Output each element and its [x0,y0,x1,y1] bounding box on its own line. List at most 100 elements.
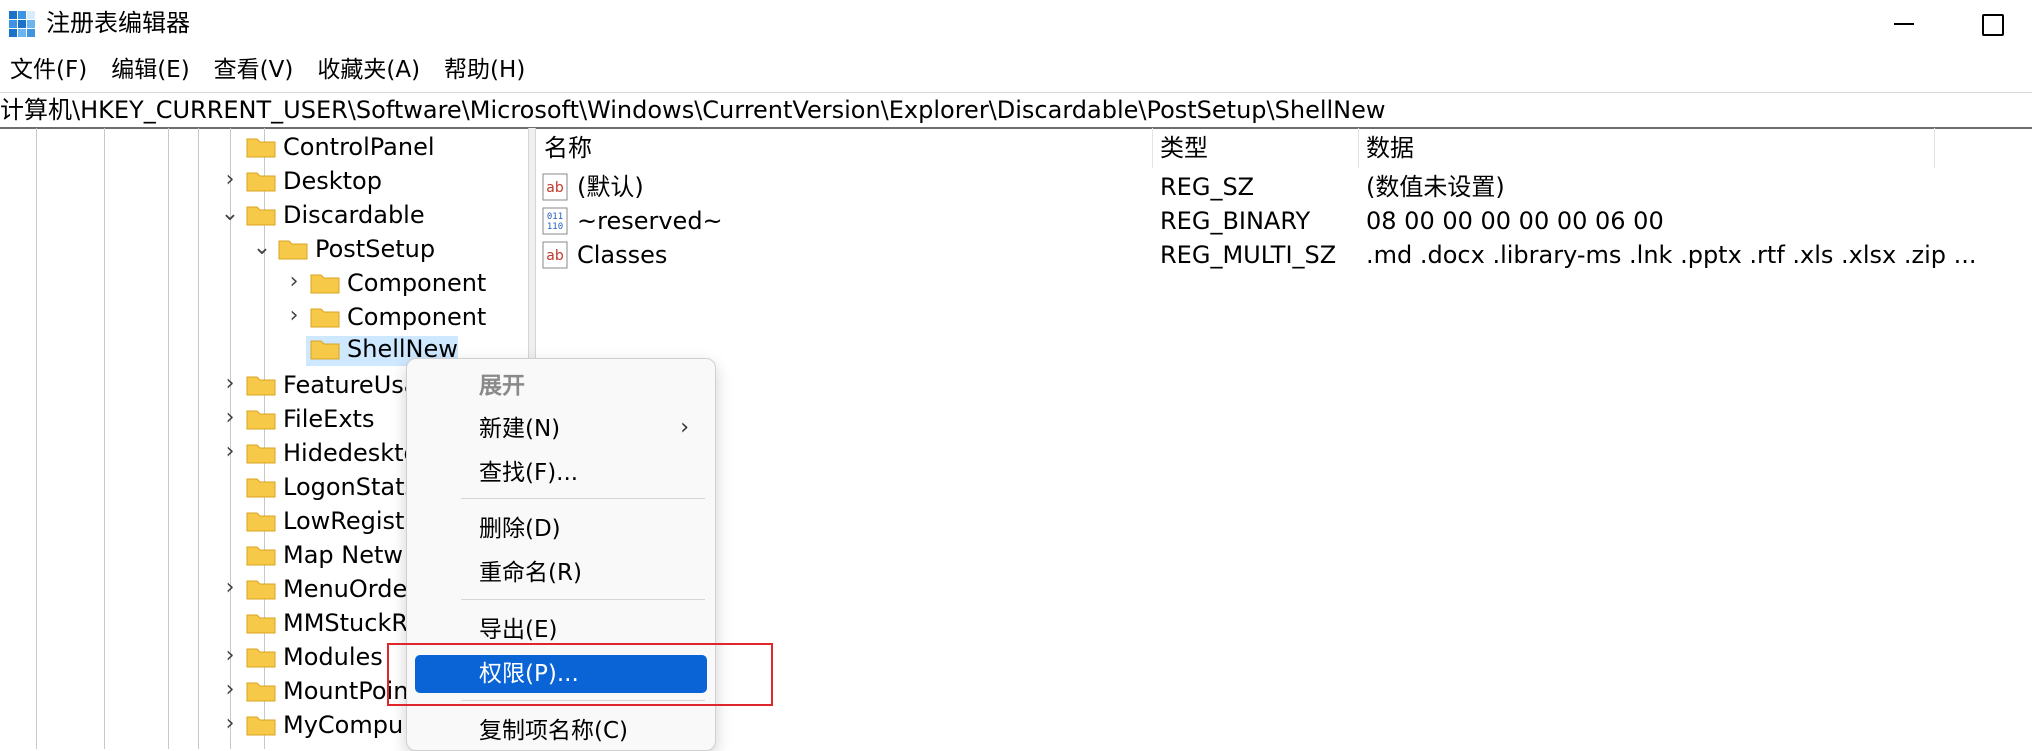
folder-icon [246,172,276,192]
tree-item-desktop[interactable]: › Desktop [0,164,528,198]
folder-icon [310,308,340,328]
folder-icon [246,138,276,158]
folder-icon [246,682,276,702]
column-divider[interactable] [1152,128,1153,168]
tree-item-component[interactable]: › Component [0,266,528,300]
tree-item-label: LowRegistr [283,507,415,535]
folder-icon [246,410,276,430]
tree-item-discardable[interactable]: ⌄ Discardable [0,198,528,232]
menu-favorites[interactable]: 收藏夹(A) [307,52,434,88]
value-data: 08 00 00 00 00 00 06 00 [1366,207,1664,235]
folder-icon [246,206,276,226]
column-divider[interactable] [1934,128,1935,168]
folder-icon [310,274,340,294]
menu-bar: 文件(F) 编辑(E) 查看(V) 收藏夹(A) 帮助(H) [0,52,539,88]
chevron-down-icon[interactable]: ⌄ [220,198,240,232]
column-header-data[interactable]: 数据 [1366,128,1414,168]
tree-item-label: Map Netw [283,541,404,569]
tree-item-label: Discardable [283,201,425,229]
folder-icon [246,376,276,396]
tree-item-postsetup[interactable]: ⌄ PostSetup [0,232,528,266]
value-name: Classes [577,241,668,269]
menu-edit[interactable]: 编辑(E) [101,52,203,88]
menu-item-label: 展开 [479,373,525,399]
value-row[interactable]: 011 110 ~reserved~ REG_BINARY 08 00 00 0… [536,204,2032,238]
svg-text:011: 011 [547,212,563,222]
menu-item-label: 重命名(R) [479,560,582,586]
chevron-right-icon[interactable]: › [220,708,240,742]
folder-icon [246,512,276,532]
menu-item-copy-key-name[interactable]: 复制项名称(C) [415,712,707,750]
folder-icon [246,444,276,464]
menu-file[interactable]: 文件(F) [0,52,101,88]
tree-item-label: MenuOrde [283,575,408,603]
chevron-right-icon[interactable]: › [220,640,240,674]
folder-icon [246,580,276,600]
value-row[interactable]: ab Classes REG_MULTI_SZ .md .docx .libra… [536,238,2032,272]
svg-text:110: 110 [547,222,563,232]
menu-separator [461,498,705,499]
menu-item-new[interactable]: 新建(N) › [415,410,707,448]
value-data: (数值未设置) [1366,173,1505,201]
tree-item-label: Component [347,303,487,331]
folder-icon [246,716,276,736]
svg-text:ab: ab [546,180,564,196]
chevron-right-icon[interactable]: › [220,164,240,198]
minimize-button[interactable] [1874,6,1930,42]
string-value-icon: ab [542,173,568,201]
chevron-right-icon[interactable]: › [220,674,240,708]
menu-view[interactable]: 查看(V) [204,52,308,88]
folder-icon [310,340,340,360]
chevron-right-icon: › [680,415,689,440]
maximize-button[interactable] [1962,6,2018,42]
menu-item-label: 删除(D) [479,516,561,542]
regedit-icon [9,11,35,37]
menu-item-label: 查找(F)... [479,460,579,486]
tree-item-label: MyCompu [283,711,404,739]
menu-item-rename[interactable]: 重命名(R) [415,554,707,592]
menu-item-find[interactable]: 查找(F)... [415,454,707,492]
value-type: REG_MULTI_SZ [1160,241,1337,269]
window-title: 注册表编辑器 [46,9,190,37]
tree-item-label: FileExts [283,405,375,433]
chevron-right-icon[interactable]: › [284,300,304,334]
chevron-right-icon[interactable]: › [284,266,304,300]
chevron-right-icon[interactable]: › [220,572,240,606]
tree-item-label: Modules [283,643,383,671]
folder-icon [246,478,276,498]
menu-item-delete[interactable]: 删除(D) [415,510,707,548]
address-path[interactable]: 计算机\HKEY_CURRENT_USER\Software\Microsoft… [0,94,1386,126]
folder-icon [278,240,308,260]
value-name: (默认) [577,173,644,201]
annotation-highlight-box [387,643,773,706]
chevron-right-icon[interactable]: › [220,368,240,402]
value-type: REG_SZ [1160,173,1255,201]
string-value-icon: ab [542,241,568,269]
svg-text:ab: ab [546,248,564,264]
menu-item-label: 复制项名称(C) [479,718,629,744]
address-bar[interactable]: 计算机\HKEY_CURRENT_USER\Software\Microsoft… [0,92,2032,129]
tree-item-label: FeatureUsa [283,371,419,399]
menu-item-expand: 展开 [415,367,707,405]
title-bar: 注册表编辑器 [0,0,2032,46]
tree-item-component[interactable]: › Component [0,300,528,334]
folder-icon [246,546,276,566]
menu-help[interactable]: 帮助(H) [434,52,539,88]
tree-item-label: ControlPanel [283,133,435,161]
tree-item-controlpanel[interactable]: ControlPanel [0,130,528,164]
folder-icon [246,648,276,668]
chevron-right-icon[interactable]: › [220,436,240,470]
column-header-name[interactable]: 名称 [544,128,592,168]
tree-item-label: Hidedeskto [283,439,419,467]
chevron-down-icon[interactable]: ⌄ [252,232,272,266]
column-divider[interactable] [1358,128,1359,168]
menu-separator [461,599,705,600]
tree-item-label: Component [347,269,487,297]
value-type: REG_BINARY [1160,207,1311,235]
chevron-right-icon[interactable]: › [220,402,240,436]
value-row[interactable]: ab (默认) REG_SZ (数值未设置) [536,170,2032,204]
menu-item-label: 新建(N) [479,416,561,442]
column-header-type[interactable]: 类型 [1160,128,1208,168]
binary-value-icon: 011 110 [542,207,568,235]
tree-item-label: Desktop [283,167,382,195]
